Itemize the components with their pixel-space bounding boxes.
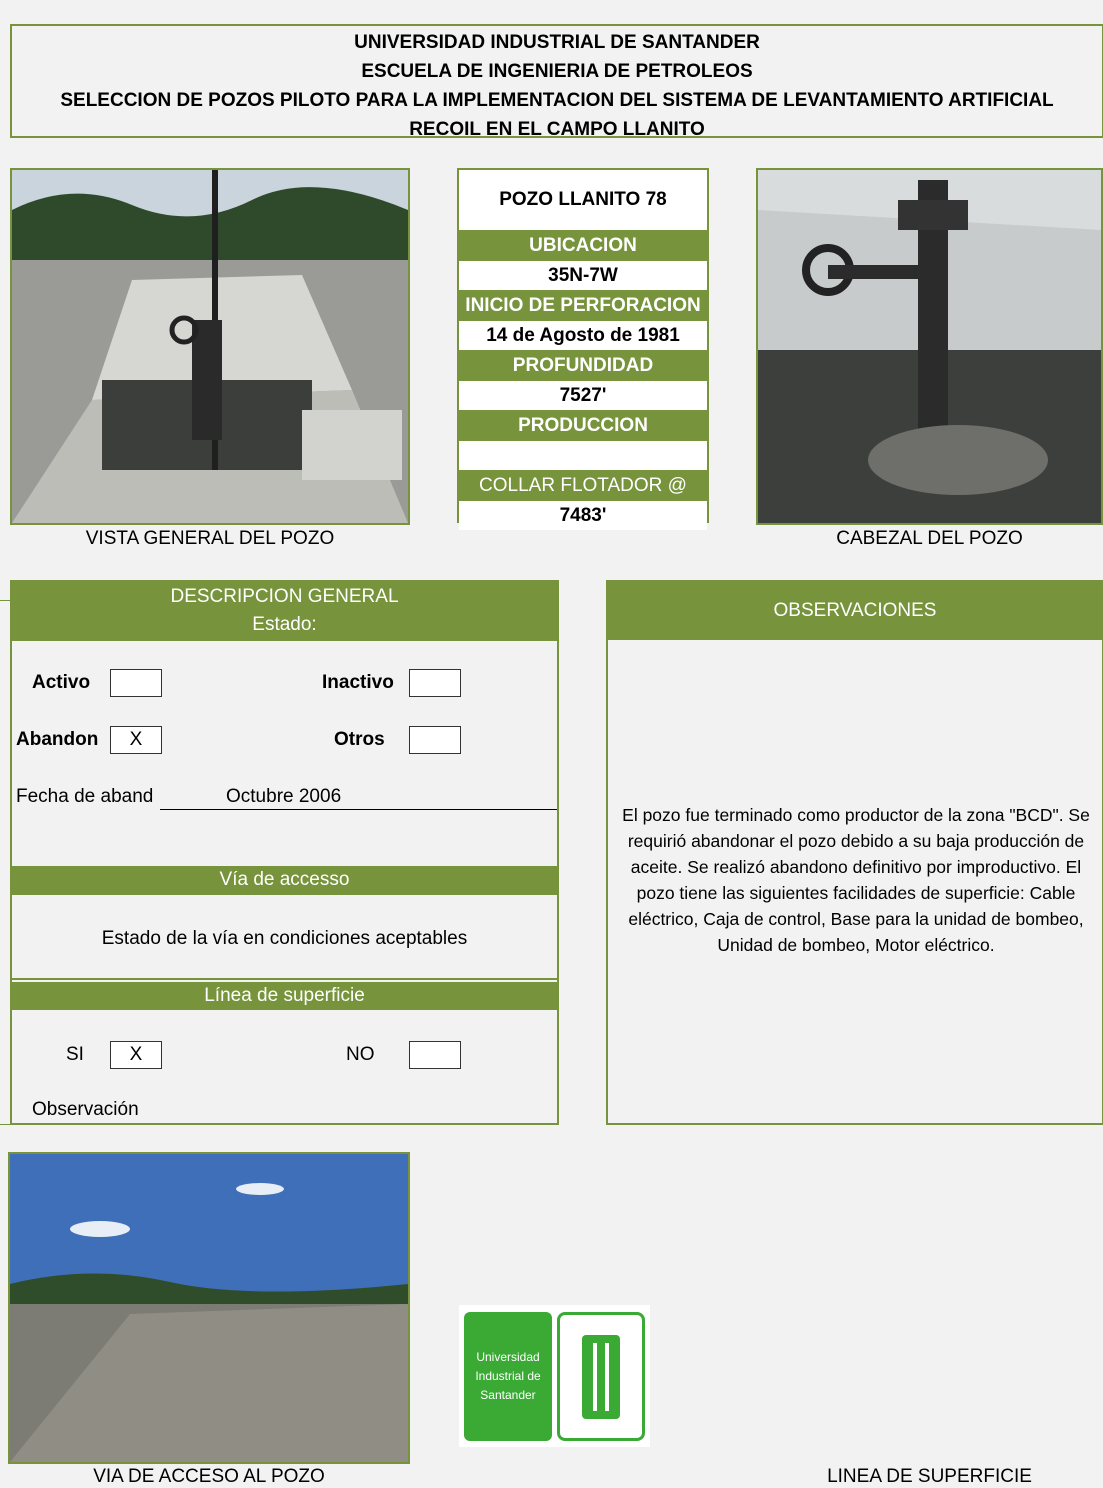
descripcion-header: DESCRIPCION GENERAL Estado:	[12, 582, 557, 641]
left-guide-line-bottom	[0, 1124, 10, 1125]
wellsite-photo-illustration	[12, 170, 408, 523]
well-info-table: POZO LLANITO 78 UBICACION 35N-7W INICIO …	[457, 168, 709, 530]
descripcion-title: DESCRIPCION GENERAL	[170, 586, 399, 607]
inicio-perforacion-value: 14 de Agosto de 1981	[459, 320, 707, 350]
uis-logo-line-3: Santander	[480, 1388, 536, 1402]
left-guide-line	[0, 600, 10, 601]
well-title: POZO LLANITO 78	[499, 189, 667, 210]
descripcion-general-panel: DESCRIPCION GENERAL Estado: Activo Inact…	[10, 580, 559, 1125]
via-acceso-photo	[8, 1152, 410, 1464]
linea-superficie-band: Línea de superficie	[12, 982, 557, 1010]
profundidad-label: PROFUNDIDAD	[459, 350, 707, 380]
divider	[12, 894, 557, 895]
inicio-perforacion-label: INICIO DE PERFORACION	[459, 290, 707, 320]
ubicacion-label: UBICACION	[459, 230, 707, 260]
wellhead-photo-illustration	[758, 170, 1101, 523]
via-acceso-caption: VIA DE ACCESO AL POZO	[93, 1466, 325, 1487]
estado-label: Estado:	[252, 614, 317, 635]
produccion-label: PRODUCCION	[459, 410, 707, 440]
vista-general-caption: VISTA GENERAL DEL POZO	[85, 528, 335, 549]
uis-logo-line-1: Universidad	[476, 1350, 540, 1364]
linea-superficie-caption: LINEA DE SUPERFICIE	[827, 1466, 1032, 1487]
header-line-1: UNIVERSIDAD INDUSTRIAL DE SANTANDER	[354, 32, 760, 53]
si-checkbox[interactable]: X	[110, 1041, 162, 1069]
collar-flotador-label: COLLAR FLOTADOR @	[459, 470, 707, 500]
no-checkbox[interactable]	[409, 1041, 461, 1069]
uis-logo-line-2: Industrial de	[475, 1369, 541, 1383]
observaciones-panel: OBSERVACIONES El pozo fue terminado como…	[606, 580, 1103, 1125]
divider	[12, 978, 557, 980]
cabezal-caption: CABEZAL DEL POZO	[836, 528, 1023, 549]
uis-logo-text-block: Universidad Industrial de Santander	[464, 1312, 552, 1441]
document-header: UNIVERSIDAD INDUSTRIAL DE SANTANDER ESCU…	[10, 24, 1103, 140]
uis-logo-mark	[557, 1312, 645, 1441]
cabezal-photo	[756, 168, 1103, 525]
header-line-4: RECOIL EN EL CAMPO LLANITO	[409, 119, 705, 140]
observaciones-text: El pozo fue terminado como productor de …	[622, 805, 1090, 955]
observacion-label: Observación	[32, 1099, 139, 1120]
uis-emblem-icon	[582, 1335, 620, 1419]
via-accesso-band: Vía de accesso	[12, 866, 557, 894]
abandon-checkbox[interactable]: X	[110, 726, 162, 754]
header-line-2: ESCUELA DE INGENIERIA DE PETROLEOS	[361, 61, 753, 82]
ubicacion-value: 35N-7W	[459, 260, 707, 290]
si-label: SI	[66, 1044, 84, 1065]
access-road-photo-illustration	[10, 1154, 408, 1462]
via-accesso-text: Estado de la vía en condiciones aceptabl…	[101, 928, 468, 949]
vista-general-photo	[10, 168, 410, 525]
otros-checkbox[interactable]	[409, 726, 461, 754]
activo-label: Activo	[32, 672, 91, 693]
activo-checkbox[interactable]	[110, 669, 162, 697]
abandon-label: Abandon	[16, 729, 99, 750]
produccion-value	[459, 440, 707, 470]
otros-label: Otros	[334, 729, 385, 750]
inactivo-label: Inactivo	[322, 672, 394, 693]
uis-logo: Universidad Industrial de Santander	[459, 1305, 650, 1447]
fecha-abandono-label: Fecha de aband	[16, 786, 154, 807]
observaciones-header: OBSERVACIONES	[608, 582, 1102, 640]
collar-flotador-value: 7483'	[459, 500, 707, 530]
header-line-3: SELECCION DE POZOS PILOTO PARA LA IMPLEM…	[60, 90, 1054, 111]
no-label: NO	[346, 1044, 375, 1065]
fecha-abandono-value[interactable]: Octubre 2006	[160, 786, 557, 810]
inactivo-checkbox[interactable]	[409, 669, 461, 697]
profundidad-value: 7527'	[459, 380, 707, 410]
